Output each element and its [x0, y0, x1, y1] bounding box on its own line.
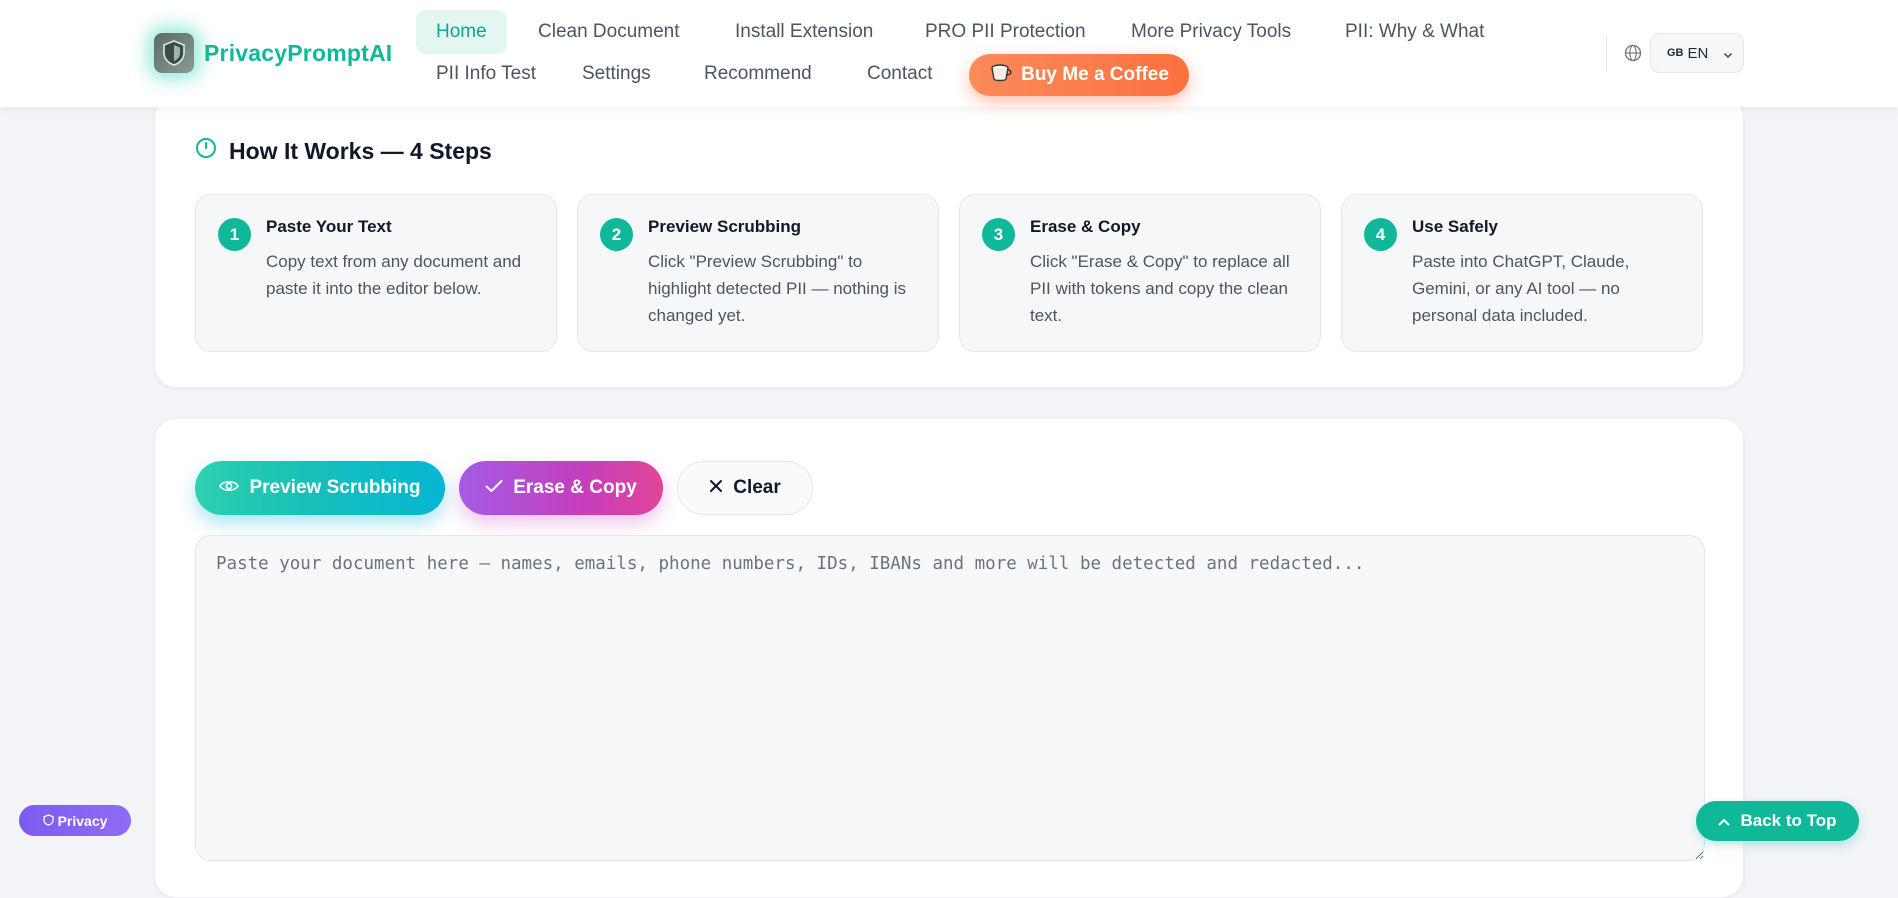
step-number: 3 [982, 218, 1015, 251]
nav-item-clean-document[interactable]: Clean Document [538, 10, 680, 54]
nav-item-more-privacy-tools[interactable]: More Privacy Tools [1131, 10, 1291, 54]
header-divider [1606, 36, 1607, 72]
nav-item-pii-info-test[interactable]: PII Info Test [436, 52, 536, 96]
back-to-top-button[interactable]: Back to Top [1696, 801, 1859, 841]
privacy-badge-button[interactable]: Privacy [19, 805, 131, 836]
how-it-works-title: How It Works — 4 Steps [229, 137, 492, 164]
nav-item-contact[interactable]: Contact [867, 52, 932, 96]
clear-label: Clear [733, 477, 781, 498]
step-card-1: 1 Paste Your Text Copy text from any doc… [195, 194, 557, 352]
clock-icon [195, 137, 217, 165]
nav-item-settings[interactable]: Settings [582, 52, 651, 96]
nav-item-home[interactable]: Home [416, 10, 507, 54]
erase-and-copy-label: Erase & Copy [513, 477, 637, 498]
how-it-works-heading: How It Works — 4 Steps [195, 137, 492, 165]
step-description: Click "Preview Scrubbing" to highlight d… [648, 252, 906, 325]
nav-row-1: Home Clean Document Install Extension PR… [416, 10, 1516, 54]
shield-icon [42, 813, 54, 829]
globe-icon [1624, 44, 1642, 62]
step-description: Copy text from any document and paste it… [266, 252, 522, 298]
shield-logo-icon [154, 33, 194, 73]
step-number: 2 [600, 218, 633, 251]
main-nav: Home Clean Document Install Extension PR… [416, 10, 1516, 96]
chevron-down-icon [1723, 47, 1733, 64]
nav-item-pro-pii-protection[interactable]: PRO PII Protection [925, 10, 1086, 54]
back-to-top-label: Back to Top [1740, 811, 1837, 830]
step-title: Paste Your Text [266, 217, 392, 236]
document-editor[interactable] [195, 535, 1705, 861]
editor-card: Preview Scrubbing Erase & Copy Clear [154, 418, 1744, 898]
site-header: PrivacyPromptAI Home Clean Document Inst… [0, 0, 1898, 107]
step-card-3: 3 Erase & Copy Click "Erase & Copy" to r… [959, 194, 1321, 352]
language-code: EN [1687, 44, 1709, 62]
step-title: Erase & Copy [1030, 217, 1141, 236]
nav-item-pii-why-what[interactable]: PII: Why & What [1345, 10, 1484, 54]
how-it-works-card: How It Works — 4 Steps 1 Paste Your Text… [154, 96, 1744, 388]
step-title: Use Safely [1412, 217, 1498, 236]
brand[interactable]: PrivacyPromptAI [154, 32, 392, 74]
step-description: Click "Erase & Copy" to replace all PII … [1030, 252, 1290, 325]
nav-row-2: PII Info Test Settings Recommend Contact [416, 52, 1516, 94]
close-icon [709, 477, 723, 499]
language-flag: GB [1667, 47, 1684, 59]
step-description: Paste into ChatGPT, Claude, Gemini, or a… [1412, 252, 1630, 325]
preview-scrubbing-label: Preview Scrubbing [249, 477, 421, 498]
check-icon [485, 477, 503, 499]
eye-icon [219, 477, 240, 499]
preview-scrubbing-button[interactable]: Preview Scrubbing [195, 461, 445, 515]
clear-button[interactable]: Clear [677, 461, 813, 515]
coffee-cup-icon [989, 61, 1013, 89]
step-number: 1 [218, 218, 251, 251]
nav-item-recommend[interactable]: Recommend [704, 52, 812, 96]
step-card-4: 4 Use Safely Paste into ChatGPT, Claude,… [1341, 194, 1703, 352]
step-card-2: 2 Preview Scrubbing Click "Preview Scrub… [577, 194, 939, 352]
brand-name: PrivacyPromptAI [204, 39, 393, 66]
step-title: Preview Scrubbing [648, 217, 802, 236]
erase-and-copy-button[interactable]: Erase & Copy [459, 461, 663, 515]
nav-item-install-extension[interactable]: Install Extension [735, 10, 873, 54]
privacy-label: Privacy [57, 812, 108, 829]
buy-me-a-coffee-button[interactable]: Buy Me a Coffee [969, 54, 1189, 96]
coffee-label: Buy Me a Coffee [1021, 64, 1169, 85]
chevron-up-icon [1718, 811, 1730, 831]
step-number: 4 [1364, 218, 1397, 251]
language-select[interactable]: GB EN [1650, 33, 1744, 73]
